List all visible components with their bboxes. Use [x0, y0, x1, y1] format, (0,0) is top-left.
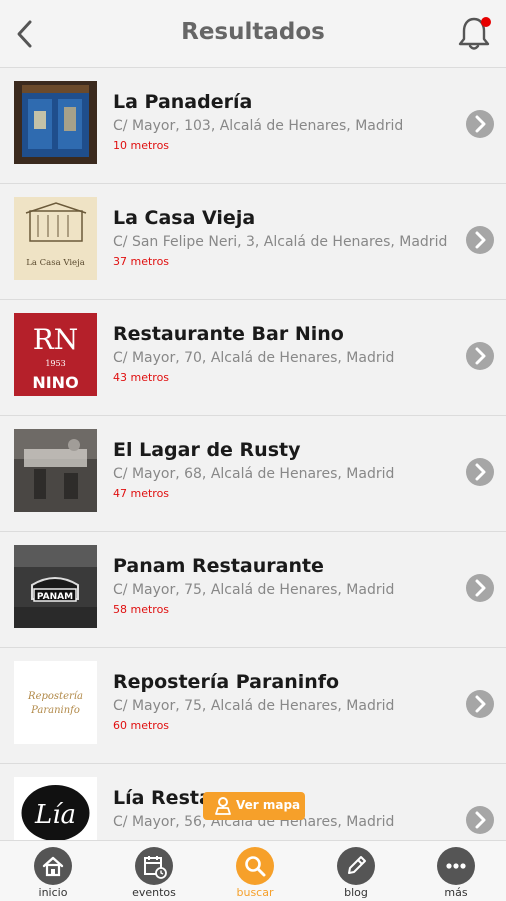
- restaurant-thumbnail: RN 1953 NINO: [14, 313, 97, 396]
- restaurant-name: La Casa Vieja: [113, 207, 256, 229]
- chevron-right-icon[interactable]: [466, 458, 494, 486]
- nav-label: buscar: [236, 886, 274, 899]
- restaurant-name: El Lagar de Rusty: [113, 439, 301, 461]
- restaurant-address: C/ Mayor, 103, Alcalá de Henares, Madrid: [113, 118, 404, 134]
- restaurant-name: Repostería Paraninfo: [113, 671, 340, 693]
- chevron-right-icon[interactable]: [466, 690, 494, 718]
- results-list: La Panadería C/ Mayor, 103, Alcalá de He…: [0, 68, 506, 840]
- restaurant-address: C/ Mayor, 75, Alcalá de Henares, Madrid: [113, 698, 395, 714]
- chevron-right-icon[interactable]: [466, 226, 494, 254]
- restaurant-address: C/ Mayor, 70, Alcalá de Henares, Madrid: [113, 350, 395, 366]
- calendar-icon: [144, 856, 167, 879]
- list-item[interactable]: RN 1953 NINO Restaurante Bar Nino C/ May…: [0, 300, 506, 416]
- logo-text: PANAM: [37, 592, 73, 602]
- logo-text: NINO: [32, 373, 78, 392]
- restaurant-address: C/ San Felipe Neri, 3, Alcalá de Henares…: [113, 234, 448, 250]
- nav-label: blog: [344, 886, 368, 899]
- restaurant-thumbnail: Repostería Paraninfo: [14, 661, 97, 744]
- restaurant-address: C/ Mayor, 75, Alcalá de Henares, Madrid: [113, 582, 395, 598]
- home-icon: [42, 856, 64, 877]
- list-item[interactable]: PANAM Panam Restaurante C/ Mayor, 75, Al…: [0, 532, 506, 648]
- restaurant-distance: 10 metros: [113, 139, 170, 152]
- view-map-label: Ver mapa: [236, 798, 301, 812]
- restaurant-thumbnail: Lía: [14, 777, 97, 840]
- bottom-nav: inicio eventos buscar blog más: [0, 840, 506, 901]
- restaurant-distance: 60 metros: [113, 719, 170, 732]
- list-item[interactable]: El Lagar de Rusty C/ Mayor, 68, Alcalá d…: [0, 416, 506, 532]
- restaurant-address: C/ Mayor, 68, Alcalá de Henares, Madrid: [113, 466, 395, 482]
- map-pin-icon: [215, 797, 231, 815]
- svg-text:Repostería: Repostería: [27, 691, 83, 702]
- nav-item-buscar[interactable]: buscar: [215, 841, 295, 901]
- restaurant-thumbnail: La Casa Vieja: [14, 197, 97, 280]
- notification-badge: [481, 17, 491, 27]
- chevron-right-icon[interactable]: [466, 110, 494, 138]
- nav-label: eventos: [132, 886, 176, 899]
- nav-label: más: [444, 886, 468, 899]
- restaurant-name: Lía Resta: [113, 787, 212, 809]
- restaurant-distance: 58 metros: [113, 603, 170, 616]
- chevron-right-icon[interactable]: [466, 342, 494, 370]
- nav-item-eventos[interactable]: eventos: [114, 841, 194, 901]
- notifications-button[interactable]: [456, 14, 492, 52]
- nav-label: inicio: [38, 886, 68, 899]
- restaurant-thumbnail: PANAM: [14, 545, 97, 628]
- page-title: Resultados: [181, 19, 325, 45]
- svg-text:RN: RN: [33, 323, 79, 356]
- nav-item-inicio[interactable]: inicio: [13, 841, 93, 901]
- view-map-button[interactable]: Ver mapa: [203, 792, 305, 820]
- list-item[interactable]: La Casa Vieja La Casa Vieja C/ San Felip…: [0, 184, 506, 300]
- nav-item-mas[interactable]: más: [416, 841, 496, 901]
- restaurant-distance: 43 metros: [113, 371, 170, 384]
- search-icon: [245, 856, 266, 877]
- restaurant-distance: 37 metros: [113, 255, 170, 268]
- restaurant-thumbnail: [14, 429, 97, 512]
- logo-text: La Casa Vieja: [26, 258, 85, 268]
- restaurant-distance: 47 metros: [113, 487, 170, 500]
- pencil-icon: [348, 856, 366, 874]
- top-bar: Resultados: [0, 0, 506, 68]
- list-item[interactable]: Repostería Paraninfo Repostería Paraninf…: [0, 648, 506, 764]
- restaurant-name: La Panadería: [113, 91, 253, 113]
- chevron-right-icon[interactable]: [466, 806, 494, 834]
- restaurant-thumbnail: [14, 81, 97, 164]
- more-icon: [446, 863, 466, 869]
- svg-text:Lía: Lía: [34, 800, 76, 830]
- restaurant-name: Panam Restaurante: [113, 555, 324, 577]
- svg-text:Paraninfo: Paraninfo: [30, 705, 80, 716]
- chevron-right-icon[interactable]: [466, 574, 494, 602]
- nav-item-blog[interactable]: blog: [316, 841, 396, 901]
- restaurant-name: Restaurante Bar Nino: [113, 323, 344, 345]
- list-item[interactable]: La Panadería C/ Mayor, 103, Alcalá de He…: [0, 68, 506, 184]
- logo-year: 1953: [45, 359, 65, 368]
